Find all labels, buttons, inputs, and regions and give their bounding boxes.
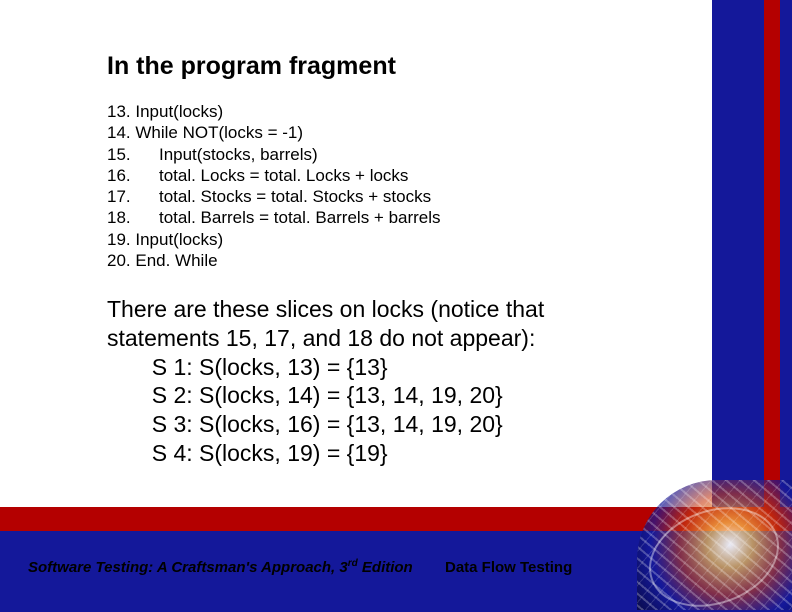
code-fragment: 13. Input(locks) 14. While NOT(locks = -… — [107, 101, 692, 271]
footer-title-post: Edition — [358, 559, 413, 576]
footer-title-sup: rd — [348, 558, 358, 569]
right-accent-stripe — [764, 0, 780, 507]
footer-book-title: Software Testing: A Craftsman's Approach… — [28, 558, 413, 576]
slide: In the program fragment 13. Input(locks)… — [0, 0, 792, 612]
footer-title-pre: Software Testing: A Craftsman's Approach… — [28, 559, 348, 576]
footer-chapter-title: Data Flow Testing — [445, 559, 572, 576]
section-heading: In the program fragment — [107, 52, 692, 81]
body-text: There are these slices on locks (notice … — [107, 295, 692, 468]
content-area: In the program fragment 13. Input(locks)… — [107, 52, 692, 468]
decorative-globe-image — [637, 480, 792, 610]
